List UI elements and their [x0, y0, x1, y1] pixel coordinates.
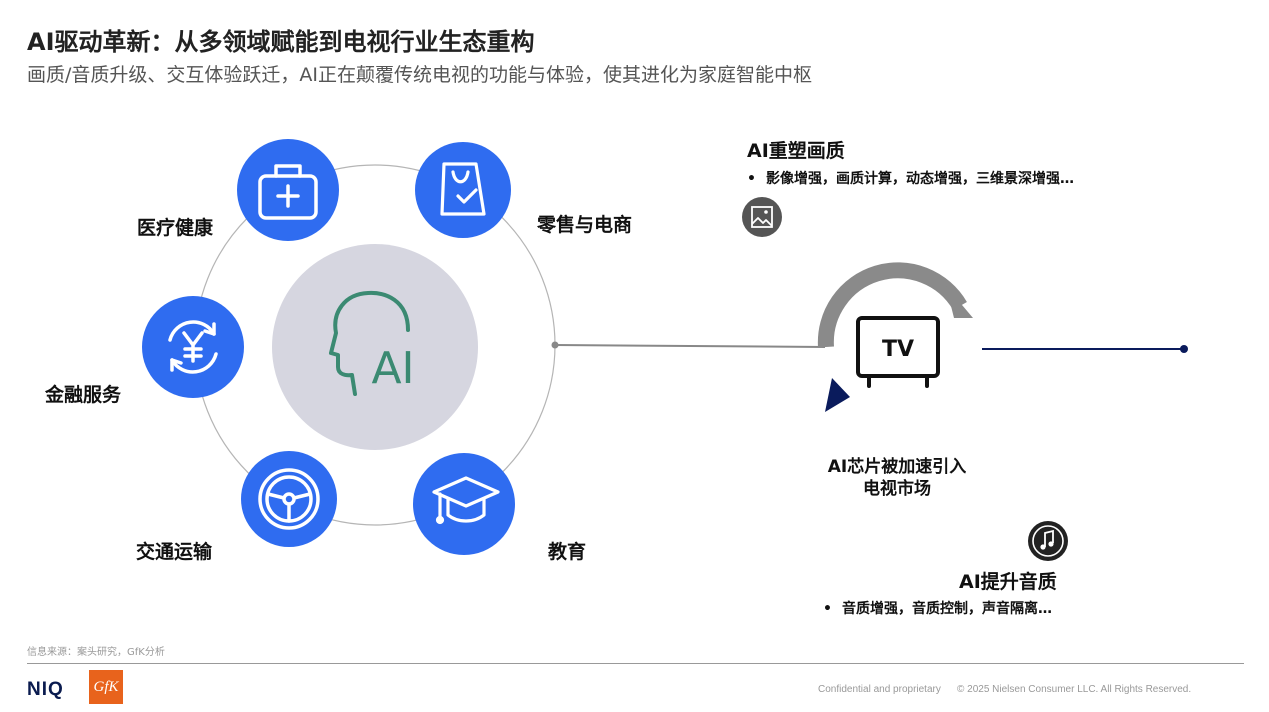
domain-education-icon	[413, 453, 515, 555]
ai-center-text: AI	[371, 343, 414, 394]
domain-retail-icon	[415, 142, 511, 238]
tv-output-dot	[1180, 345, 1188, 353]
domain-label-transport: 交通运输	[136, 541, 213, 563]
tv-icon: TV	[856, 316, 940, 388]
tv-caption-line2: 电视市场	[863, 479, 931, 499]
music-note-icon	[1028, 521, 1068, 561]
upgrade-arrow-head	[825, 378, 850, 412]
domain-label-education: 教育	[548, 541, 587, 563]
feature-sound-bullet: 音质增强，音质控制，声音隔离…	[823, 598, 1052, 618]
footer-divider	[27, 663, 1244, 664]
tv-caption-line1: AI芯片被加速引入	[827, 457, 967, 477]
domain-label-finance: 金融服务	[45, 384, 122, 406]
feature-sound-title: AI提升音质	[959, 571, 1057, 593]
domain-label-retail: 零售与电商	[537, 214, 633, 236]
source-note: 信息来源：案头研究，GfK分析	[27, 647, 165, 658]
copyright-note: © 2025 Nielsen Consumer LLC. All Rights …	[957, 684, 1192, 695]
ai-hub: AI	[272, 244, 478, 450]
domain-medical-icon	[237, 139, 339, 241]
tv-icon-text: TV	[882, 337, 914, 362]
confidential-note: Confidential and proprietary	[818, 684, 941, 695]
diagram-canvas: AI TV	[142, 139, 1188, 561]
gfk-logo: GfK	[89, 670, 123, 704]
hub-to-tv-connector	[554, 344, 826, 348]
image-icon	[742, 197, 782, 237]
domain-label-medical: 医疗健康	[137, 217, 214, 239]
niq-logo: NIQ	[27, 679, 64, 700]
feature-picture-title: AI重塑画质	[747, 140, 845, 162]
tv-cycle: TV	[817, 262, 973, 412]
feature-picture-bullet: 影像增强，画质计算，动态增强，三维景深增强…	[747, 168, 1074, 188]
tv-caption: AI芯片被加速引入 电视市场	[797, 456, 997, 500]
domain-transport-icon	[241, 451, 337, 547]
connector-dot	[551, 341, 559, 349]
domain-finance-icon	[142, 296, 244, 398]
